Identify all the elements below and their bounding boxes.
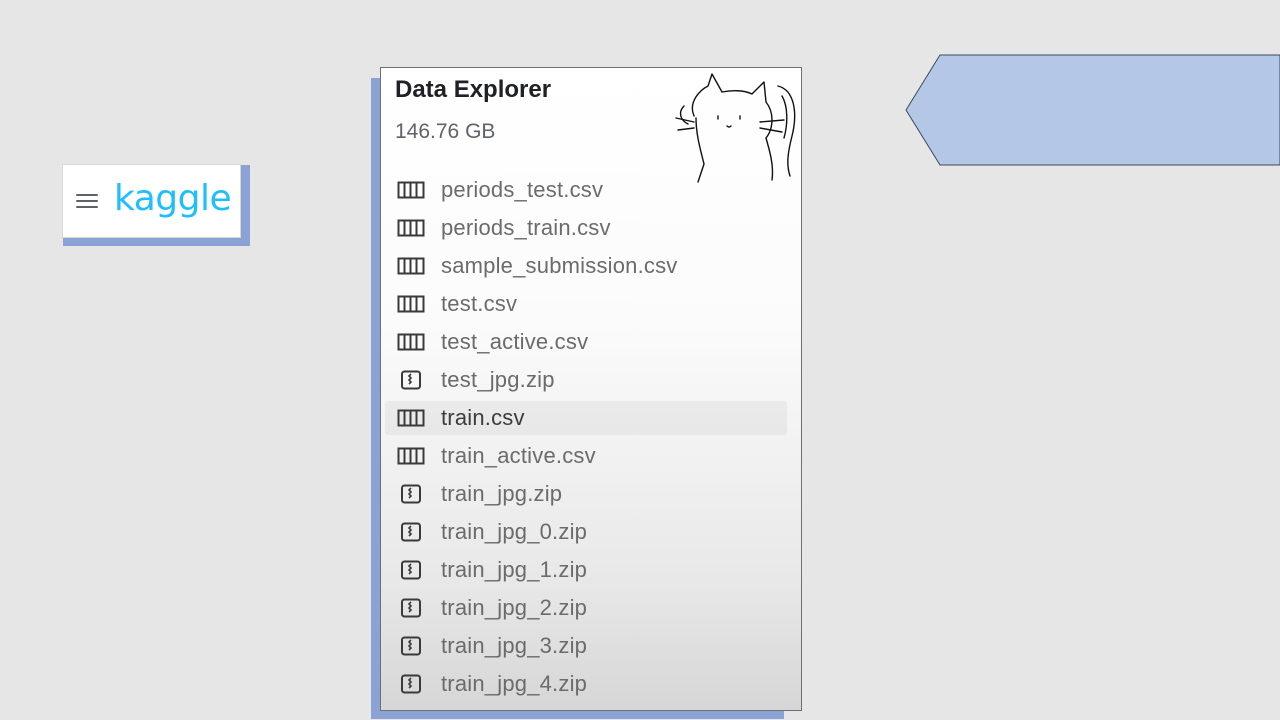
file-list: periods_test.csv periods_train.csv sample_… [381, 171, 801, 703]
file-item[interactable]: train_jpg_1.zip [381, 551, 801, 589]
file-name: train_jpg_0.zip [441, 519, 588, 544]
arrow-shape [905, 54, 1280, 166]
file-name: train_jpg_3.zip [441, 633, 588, 658]
file-item[interactable]: train_active.csv [381, 437, 801, 475]
file-item[interactable]: test_jpg.zip [381, 361, 801, 399]
table-icon [397, 332, 425, 352]
file-name: train.csv [441, 405, 525, 430]
file-item[interactable]: periods_test.csv [381, 171, 801, 209]
file-name: test.csv [441, 291, 518, 316]
file-name: train_jpg_2.zip [441, 595, 588, 620]
file-item[interactable]: train_jpg_3.zip [381, 627, 801, 665]
file-name: train_jpg.zip [441, 481, 563, 506]
zip-icon [397, 598, 425, 618]
data-explorer-panel: Data Explorer 146.76 GB periods_test.csv… [381, 68, 801, 710]
file-name: periods_train.csv [441, 215, 611, 240]
zip-icon [397, 522, 425, 542]
table-icon [397, 180, 425, 200]
file-item[interactable]: train.csv [381, 399, 801, 437]
file-name: train_jpg_4.zip [441, 671, 588, 696]
file-name: train_jpg_1.zip [441, 557, 588, 582]
file-item[interactable]: train_jpg.zip [381, 475, 801, 513]
kaggle-logo-card[interactable]: kaggle [63, 165, 240, 237]
file-item[interactable]: test_active.csv [381, 323, 801, 361]
file-name: test_active.csv [441, 329, 589, 354]
file-name: train_active.csv [441, 443, 596, 468]
zip-icon [397, 674, 425, 694]
zip-icon [397, 560, 425, 580]
file-name: periods_test.csv [441, 177, 604, 202]
file-item[interactable]: train_jpg_4.zip [381, 665, 801, 703]
file-name: test_jpg.zip [441, 367, 555, 392]
table-icon [397, 294, 425, 314]
panel-title: Data Explorer [395, 76, 552, 103]
file-item[interactable]: periods_train.csv [381, 209, 801, 247]
file-item[interactable]: train_jpg_2.zip [381, 589, 801, 627]
table-icon [397, 256, 425, 276]
zip-icon [397, 636, 425, 656]
file-item[interactable]: train_jpg_0.zip [381, 513, 801, 551]
table-icon [397, 218, 425, 238]
zip-icon [397, 370, 425, 390]
kaggle-logo: kaggle [114, 178, 232, 219]
zip-icon [397, 484, 425, 504]
hamburger-menu-icon[interactable] [76, 194, 98, 208]
table-icon [397, 408, 425, 428]
file-name: sample_submission.csv [441, 253, 678, 278]
table-icon [397, 446, 425, 466]
file-item[interactable]: sample_submission.csv [381, 247, 801, 285]
dataset-size: 146.76 GB [395, 120, 496, 143]
file-item[interactable]: test.csv [381, 285, 801, 323]
cat-sketch-icon [675, 73, 796, 183]
